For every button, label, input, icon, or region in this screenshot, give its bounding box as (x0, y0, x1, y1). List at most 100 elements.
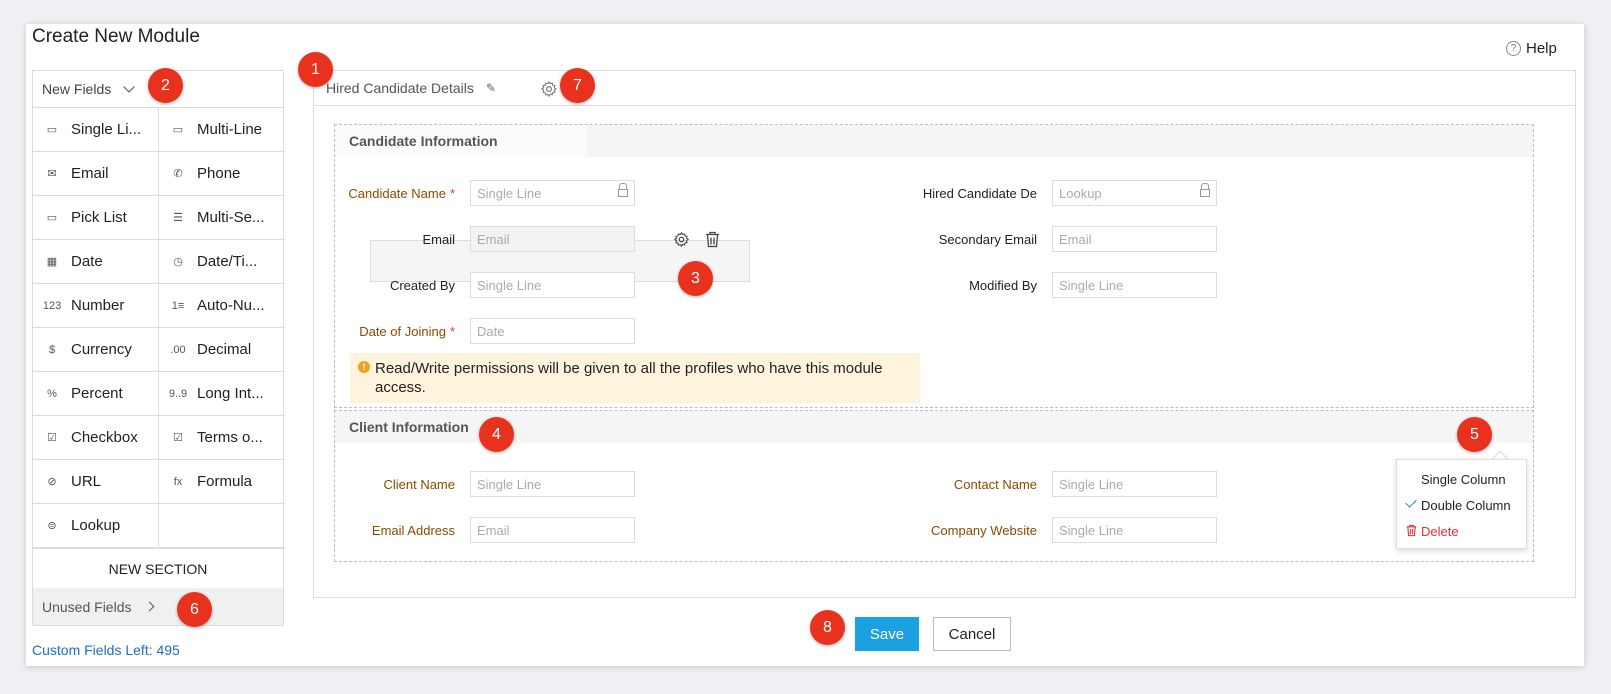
single-line-icon: ▭ (46, 124, 58, 136)
field-input: Single Line (1052, 272, 1217, 298)
field-type-url[interactable]: ⊘ URL (33, 460, 159, 504)
field-secondary-email[interactable]: Secondary Email Email (917, 226, 1217, 252)
field-type-auto-number[interactable]: 1≡ Auto-Nu... (159, 284, 285, 328)
field-type-lookup[interactable]: ⊜ Lookup (33, 504, 159, 548)
page-title: Create New Module (32, 26, 200, 47)
field-type-email[interactable]: ✉ Email (33, 152, 159, 196)
field-type-currency[interactable]: $ Currency (33, 328, 159, 372)
currency-icon: $ (48, 343, 56, 356)
field-type-multi-line[interactable]: ▭ Multi-Line (159, 108, 285, 152)
field-input: Single Line (470, 272, 635, 298)
custom-fields-left: Custom Fields Left: 495 (32, 642, 180, 658)
field-input: Single Line (470, 471, 635, 497)
field-label: Hired Candidate De (922, 185, 1037, 201)
field-type-checkbox[interactable]: ☑ Checkbox (33, 416, 159, 460)
field-input: Lookup (1052, 180, 1217, 206)
field-type-label: Date/Ti... (197, 253, 258, 270)
field-type-label: Auto-Nu... (197, 297, 265, 314)
field-candidate-name[interactable]: Candidate Name * Single Line (335, 180, 635, 206)
field-label: Email Address (371, 522, 455, 538)
field-contact-name[interactable]: Contact Name Single Line (917, 471, 1217, 497)
field-type-number[interactable]: 123 Number (33, 284, 159, 328)
trash-icon (1406, 524, 1417, 537)
field-date-of-joining[interactable]: Date of Joining * Date (335, 318, 635, 344)
callout-badge: 4 (479, 417, 514, 452)
field-company-website[interactable]: Company Website Single Line (917, 517, 1217, 543)
field-label: Candidate Name * (348, 185, 455, 201)
empty-cell (159, 504, 285, 548)
field-label: Contact Name (953, 476, 1037, 492)
section-header[interactable]: Candidate Information (335, 125, 1533, 157)
field-type-pick-list[interactable]: ▭ Pick List (33, 196, 159, 240)
percent-icon: % (47, 387, 57, 400)
field-type-date-time[interactable]: ◷ Date/Ti... (159, 240, 285, 284)
field-type-terms[interactable]: ☑ Terms o... (159, 416, 285, 460)
formula-icon: fx (173, 475, 183, 488)
menu-item-single-column[interactable]: Single Column (1397, 466, 1526, 492)
trash-icon[interactable] (705, 231, 720, 248)
field-type-phone[interactable]: ✆ Phone (159, 152, 285, 196)
field-type-formula[interactable]: fx Formula (159, 460, 285, 504)
field-type-decimal[interactable]: .00 Decimal (159, 328, 285, 372)
pick-list-icon: ▭ (46, 212, 58, 224)
field-input: Email (470, 517, 635, 543)
multi-select-icon: ☰ (173, 212, 183, 224)
unused-fields-toggle[interactable]: Unused Fields (33, 588, 283, 625)
menu-item-delete[interactable]: Delete (1397, 518, 1526, 544)
field-input: Single Line (1052, 517, 1217, 543)
field-label: Client Name (383, 476, 455, 492)
field-type-multi-select[interactable]: ☰ Multi-Se... (159, 196, 285, 240)
field-type-label: Terms o... (197, 429, 263, 446)
field-type-label: URL (71, 473, 102, 490)
field-type-label: Multi-Line (197, 121, 263, 138)
cancel-button[interactable]: Cancel (933, 617, 1011, 651)
multi-line-icon: ▭ (172, 124, 184, 136)
section-header[interactable]: Client Information (335, 411, 1533, 443)
help-link[interactable]: ? Help (1506, 40, 1557, 57)
callout-badge: 5 (1457, 417, 1492, 452)
field-type-single-line[interactable]: ▭ Single Li... (33, 108, 159, 152)
field-input: Single Line (470, 180, 635, 206)
field-type-percent[interactable]: % Percent (33, 372, 159, 416)
field-email[interactable]: Email Email (335, 226, 635, 252)
lock-icon (1200, 183, 1210, 197)
field-label: Modified By (969, 277, 1037, 293)
layout-title: Hired Candidate Details (326, 80, 474, 96)
help-label: Help (1526, 40, 1557, 57)
permissions-note: ! Read/Write permissions will be given t… (350, 353, 920, 403)
layout-settings-gear-icon[interactable] (540, 80, 558, 98)
unused-fields-label: Unused Fields (42, 598, 132, 615)
check-icon (1405, 496, 1417, 508)
save-button[interactable]: Save (855, 617, 919, 651)
field-type-label: Email (71, 165, 109, 182)
info-icon: ! (358, 361, 370, 373)
field-email-address[interactable]: Email Address Email (335, 517, 635, 543)
field-type-label: Date (71, 253, 103, 270)
section-settings-menu: Single Column Double Column Delete (1396, 459, 1527, 549)
field-label: Secondary Email (938, 231, 1037, 247)
field-created-by[interactable]: Created By Single Line (335, 272, 635, 298)
field-type-label: Formula (197, 473, 253, 490)
callout-badge: 6 (177, 592, 212, 627)
field-type-label: Checkbox (71, 429, 138, 446)
number-icon: 123 (42, 299, 62, 312)
field-modified-by[interactable]: Modified By Single Line (917, 272, 1217, 298)
section-client-information: Client Information Client Name Single Li… (334, 410, 1534, 562)
new-section-button[interactable]: NEW SECTION (33, 548, 283, 588)
chevron-right-icon (144, 601, 154, 612)
note-text: Read/Write permissions will be given to … (375, 360, 883, 396)
field-type-date[interactable]: ▦ Date (33, 240, 159, 284)
menu-item-double-column[interactable]: Double Column (1397, 492, 1526, 518)
new-fields-label: New Fields (42, 81, 112, 97)
section-title: Candidate Information (349, 133, 498, 149)
layout-header: Hired Candidate Details ✎ (314, 71, 1575, 106)
field-input: Email (1052, 226, 1217, 252)
field-type-long-integer[interactable]: 9..9 Long Int... (159, 372, 285, 416)
field-client-name[interactable]: Client Name Single Line (335, 471, 635, 497)
field-settings-gear-icon[interactable] (673, 231, 690, 248)
field-label: Created By (389, 277, 455, 293)
auto-number-icon: 1≡ (171, 299, 185, 312)
field-hired-candidate[interactable]: Hired Candidate De Lookup (917, 180, 1217, 206)
edit-pencil-icon[interactable]: ✎ (486, 81, 496, 95)
layout-canvas: Hired Candidate Details ✎ Candidate Info… (313, 70, 1576, 598)
